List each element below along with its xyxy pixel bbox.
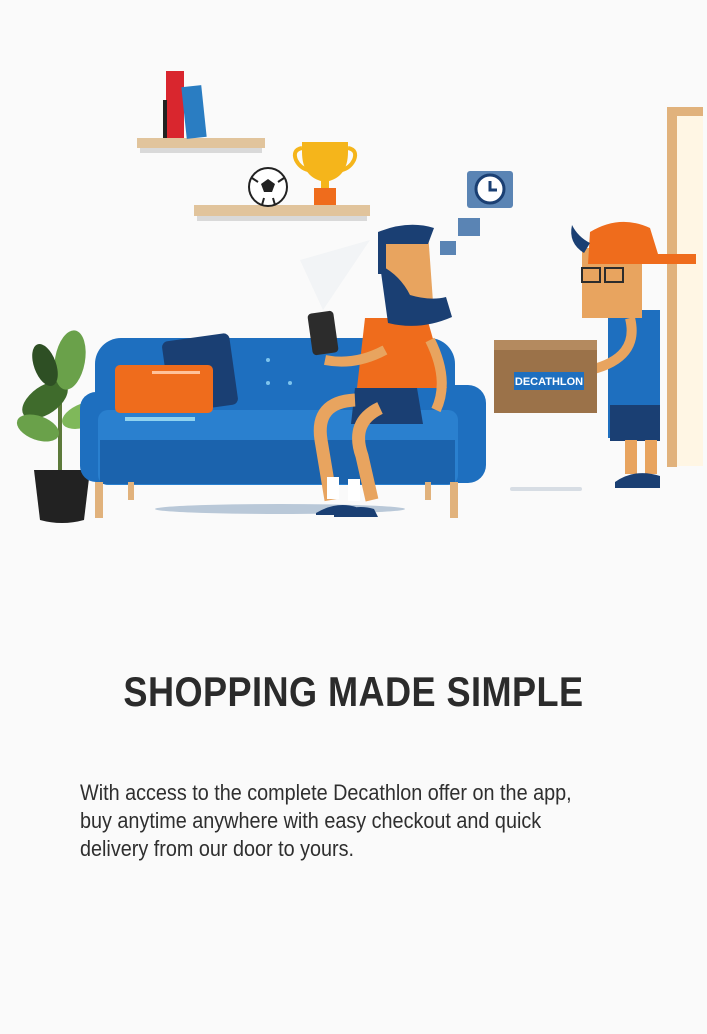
onboarding-description: With access to the complete Decathlon of… (80, 780, 572, 861)
box-brand-text: DECATHLON (515, 376, 583, 388)
thought-bubble-square (458, 218, 480, 236)
upper-shelf (137, 138, 265, 153)
door-frame (667, 107, 703, 467)
soccer-ball-icon (248, 167, 288, 207)
phone-light (300, 240, 370, 310)
page-title: SHOPPING MADE SIMPLE (123, 668, 584, 715)
thought-bubble-square (440, 241, 456, 255)
lower-shelf (194, 205, 370, 221)
onboarding-illustration: DECATHLON (0, 60, 707, 540)
books-icon (163, 71, 207, 139)
trophy-icon (292, 142, 358, 205)
floor-shadow (510, 487, 582, 491)
clock-icon (467, 171, 513, 208)
parcel-box-icon: DECATHLON (494, 340, 597, 413)
